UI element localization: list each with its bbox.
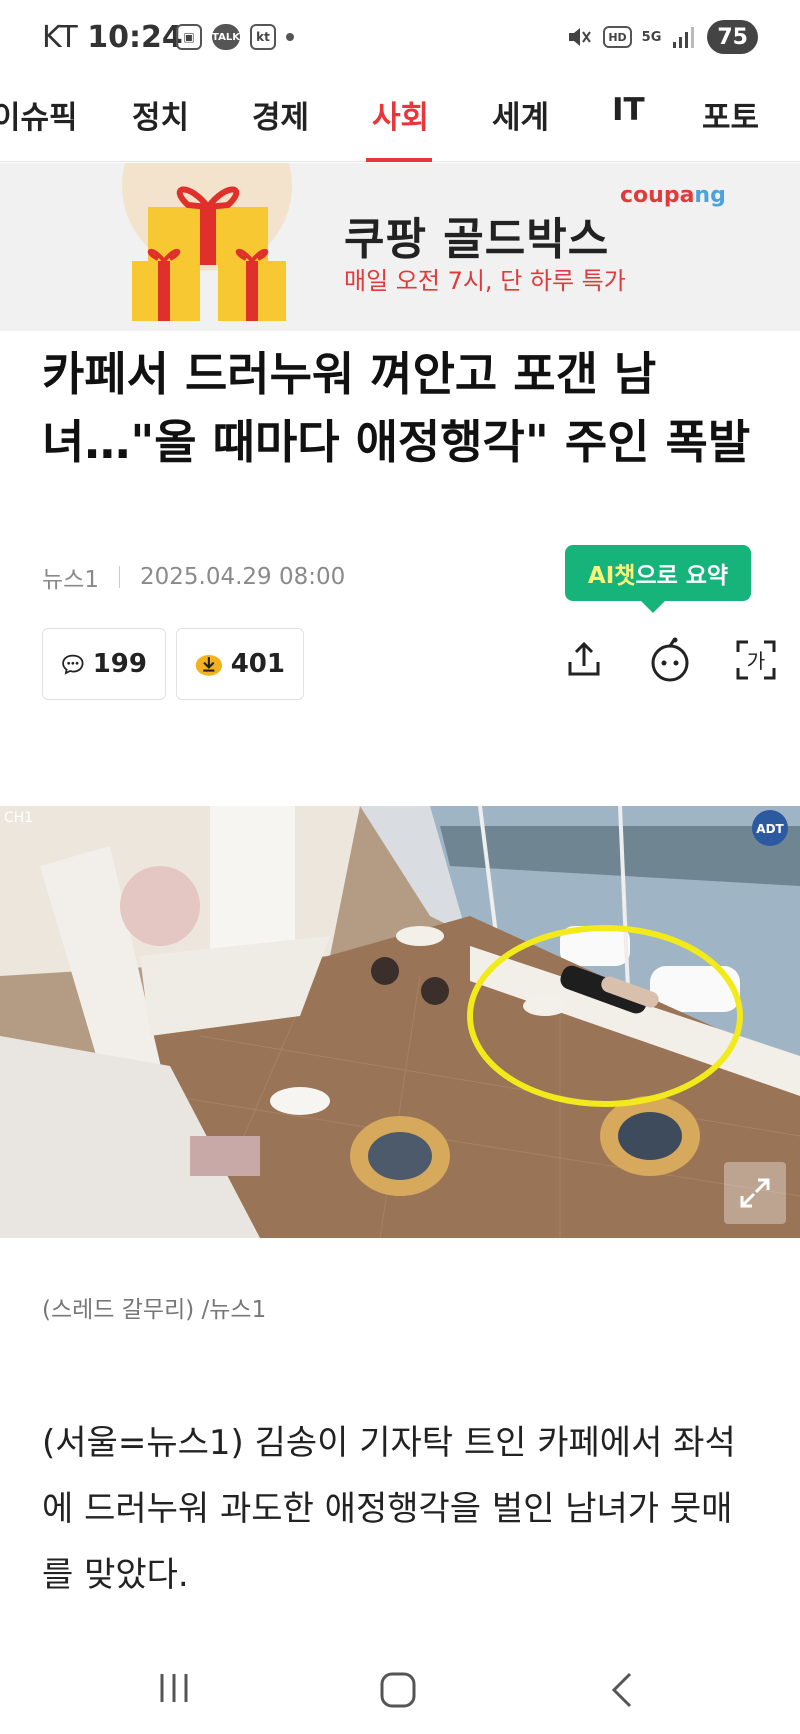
comments-button[interactable]: 199: [42, 628, 166, 700]
tab-it[interactable]: IT: [612, 92, 645, 128]
kakaotalk-icon: TALK: [212, 24, 240, 50]
article-datetime: 2025.04.29 08:00: [139, 564, 346, 590]
battery-indicator: 75: [707, 20, 758, 54]
tab-world[interactable]: 세계: [492, 92, 549, 137]
share-icon[interactable]: [560, 636, 608, 684]
cctv-cafe-image: CH1 ADT: [0, 806, 800, 1238]
article-meta: 뉴스1 2025.04.29 08:00: [42, 560, 345, 594]
gallery-icon: ▣: [176, 24, 202, 50]
article-body: (서울=뉴스1) 김송이 기자탁 트인 카페에서 좌석에 드러누워 과도한 애정…: [42, 1423, 736, 1595]
ad-subtitle: 매일 오전 7시, 단 하루 특가: [344, 267, 626, 295]
kt-icon: kt: [250, 24, 276, 50]
reaction-face-icon: [195, 654, 223, 676]
carrier-label: KT: [42, 20, 78, 55]
brand-tail: ng: [694, 183, 726, 208]
brand-main: coupa: [620, 183, 695, 208]
article-headline: 카페서 드러누워 껴안고 포갠 남녀…"올 때마다 애정행각" 주인 폭발: [42, 347, 751, 469]
gift-box-icon: [132, 186, 286, 321]
article-source: 뉴스1: [42, 567, 99, 593]
category-nav: 이슈픽 정치 경제 사회 세계 IT 포토: [0, 78, 800, 162]
system-nav-bar: [0, 1640, 800, 1734]
signal-icon: [673, 27, 695, 48]
clock: 10:24: [87, 20, 183, 55]
article-photo[interactable]: CH1 ADT: [0, 806, 800, 1238]
notification-icons: ▣ TALK kt: [176, 24, 294, 50]
hd-voice-icon: HD: [603, 26, 632, 48]
recent-apps-icon[interactable]: [156, 1670, 192, 1706]
coupang-logo: coupang: [620, 183, 726, 208]
system-icons: HD 5G 75: [565, 20, 758, 54]
meta-divider: [118, 566, 120, 588]
reaction-button[interactable]: 401: [176, 628, 304, 700]
network-type-icon: 5G: [641, 29, 662, 45]
ai-summary-highlight: AI챗: [587, 563, 636, 589]
tab-economy[interactable]: 경제: [252, 92, 309, 137]
expand-icon: [740, 1178, 770, 1208]
carrier-and-time: KT 10:24: [42, 20, 183, 55]
svg-text:가: 가: [747, 649, 765, 673]
photo-watermark-label: CH1: [4, 810, 33, 826]
status-bar: KT 10:24 ▣ TALK kt HD 5G 75: [0, 0, 800, 76]
home-icon[interactable]: [378, 1670, 418, 1710]
more-notifications-dot: [286, 33, 294, 41]
comment-icon: [62, 654, 84, 675]
ad-title: 쿠팡 골드박스: [344, 214, 610, 265]
font-size-icon[interactable]: 가: [732, 636, 780, 684]
coupang-ad-banner[interactable]: 쿠팡 골드박스 매일 오전 7시, 단 하루 특가 coupang: [0, 163, 800, 331]
mute-icon: [569, 28, 592, 46]
reaction-count: 401: [230, 649, 285, 679]
tab-photo[interactable]: 포토: [702, 92, 759, 137]
photo-brand-label: ADT: [756, 822, 784, 836]
ai-summary-button[interactable]: AI챗 으로 요약: [565, 545, 751, 613]
tab-politics[interactable]: 정치: [132, 92, 189, 137]
expand-image-button[interactable]: [724, 1162, 786, 1224]
article-tools: 가: [560, 636, 780, 684]
photo-caption: (스레드 갈무리) /뉴스1: [42, 1297, 267, 1323]
back-icon[interactable]: [604, 1670, 640, 1710]
comment-count: 199: [92, 649, 147, 679]
chatbot-icon[interactable]: [646, 636, 694, 684]
active-tab-indicator: [366, 158, 432, 162]
ai-summary-label: 으로 요약: [635, 563, 729, 589]
tab-society[interactable]: 사회: [372, 92, 429, 137]
tab-issue-pick[interactable]: 이슈픽: [0, 92, 78, 137]
